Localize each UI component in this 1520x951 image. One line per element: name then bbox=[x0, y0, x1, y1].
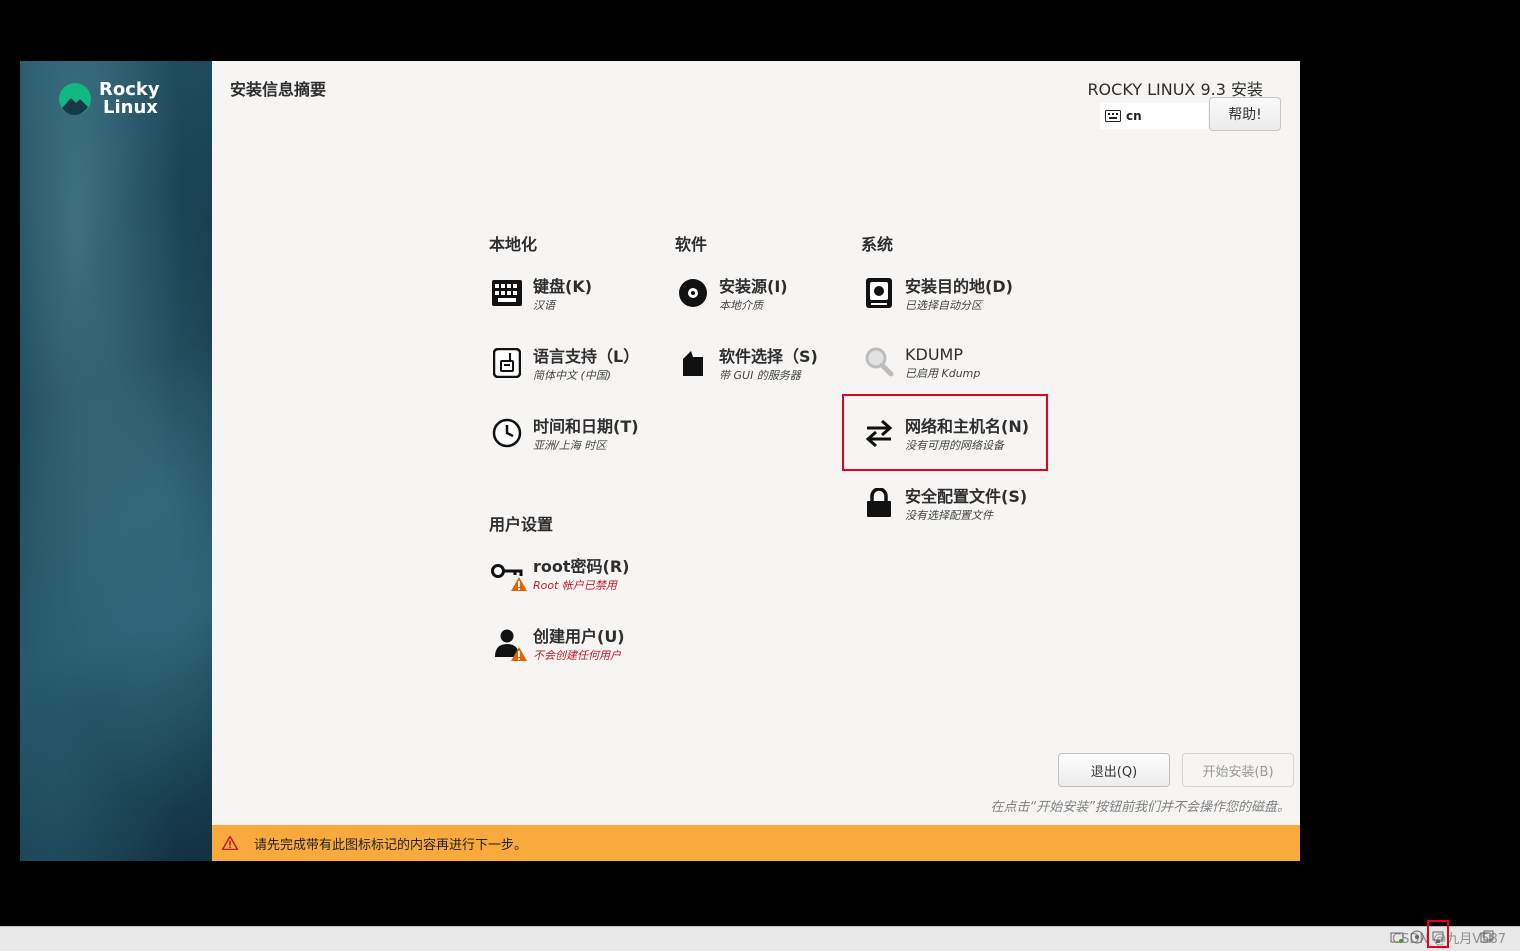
disc-icon bbox=[677, 277, 709, 309]
begin-installation-button[interactable]: 开始安装(B) bbox=[1182, 753, 1294, 787]
spoke-kdump-status: 已启用 Kdump bbox=[905, 367, 981, 380]
warning-icon bbox=[511, 647, 527, 661]
host-taskbar: CSDN @九月V587 bbox=[0, 926, 1520, 951]
spoke-kdump[interactable]: KDUMP 已启用 Kdump bbox=[863, 345, 1063, 383]
spoke-user-name: 创建用户(U) bbox=[533, 627, 625, 646]
section-software: 软件 bbox=[675, 235, 708, 254]
spoke-datetime-name: 时间和日期(T) bbox=[533, 417, 639, 436]
spoke-keyboard[interactable]: 键盘(K) 汉语 bbox=[491, 277, 691, 315]
magnifier-icon bbox=[863, 345, 895, 377]
spoke-network-hostname[interactable]: 网络和主机名(N) 没有可用的网络设备 bbox=[863, 417, 1063, 455]
section-localization: 本地化 bbox=[489, 235, 538, 254]
spoke-root-password[interactable]: root密码(R) Root 帐户已禁用 bbox=[491, 557, 691, 595]
tray-highlight-box bbox=[1427, 920, 1449, 948]
tray-cd-icon[interactable] bbox=[1410, 930, 1424, 944]
spoke-installation-destination[interactable]: 安装目的地(D) 已选择自动分区 bbox=[863, 277, 1063, 315]
spoke-installation-source[interactable]: 安装源(I) 本地介质 bbox=[677, 277, 877, 315]
spoke-destination-status: 已选择自动分区 bbox=[905, 299, 982, 312]
spoke-root-status: Root 帐户已禁用 bbox=[533, 579, 617, 592]
help-button[interactable]: 帮助! bbox=[1209, 97, 1281, 131]
sidebar: Rocky Linux bbox=[20, 61, 212, 861]
key-icon bbox=[491, 557, 527, 591]
spoke-network-status: 没有可用的网络设备 bbox=[905, 439, 1004, 452]
spoke-keyboard-status: 汉语 bbox=[533, 299, 555, 312]
keyboard-icon bbox=[1105, 110, 1121, 122]
spoke-language-status: 简体中文 (中国) bbox=[533, 369, 612, 382]
keyboard-layout-label: cn bbox=[1126, 109, 1142, 123]
spoke-create-user[interactable]: 创建用户(U) 不会创建任何用户 bbox=[491, 627, 691, 665]
spoke-datetime-status: 亚洲/上海 时区 bbox=[533, 439, 607, 452]
warning-bar: 请先完成带有此图标标记的内容再进行下一步。 bbox=[212, 825, 1300, 861]
spoke-language-name: 语言支持（L） bbox=[533, 347, 640, 366]
logo-line-2: Linux bbox=[103, 97, 158, 118]
section-system: 系统 bbox=[861, 235, 894, 254]
harddisk-icon bbox=[863, 277, 895, 309]
spoke-security-status: 没有选择配置文件 bbox=[905, 509, 993, 522]
spoke-source-status: 本地介质 bbox=[719, 299, 763, 312]
rocky-logo-icon bbox=[59, 83, 91, 115]
page-title: 安装信息摘要 bbox=[230, 80, 327, 99]
spoke-software-selection[interactable]: 软件选择（S) 带 GUI 的服务器 bbox=[677, 347, 877, 385]
network-arrows-icon bbox=[863, 417, 895, 449]
warning-message: 请先完成带有此图标标记的内容再进行下一步。 bbox=[254, 837, 528, 853]
clock-icon bbox=[491, 417, 523, 449]
quit-button[interactable]: 退出(Q) bbox=[1058, 753, 1170, 787]
spoke-software-status: 带 GUI 的服务器 bbox=[719, 369, 801, 382]
rocky-logo: Rocky Linux bbox=[58, 81, 160, 117]
main-panel: 安装信息摘要 ROCKY LINUX 9.3 安装 cn 帮助! 本地化 软件 … bbox=[212, 61, 1300, 861]
lock-icon bbox=[863, 487, 895, 519]
language-icon bbox=[491, 347, 523, 379]
spoke-security-name: 安全配置文件(S) bbox=[905, 487, 1028, 506]
warning-icon bbox=[511, 577, 527, 591]
tray-disk-icon[interactable] bbox=[1390, 930, 1404, 944]
spoke-destination-name: 安装目的地(D) bbox=[905, 277, 1013, 296]
spoke-network-name: 网络和主机名(N) bbox=[905, 417, 1030, 436]
spoke-user-status: 不会创建任何用户 bbox=[533, 649, 621, 662]
package-icon bbox=[677, 347, 709, 379]
spoke-language[interactable]: 语言支持（L） 简体中文 (中国) bbox=[491, 347, 691, 385]
warning-icon bbox=[222, 836, 238, 850]
spoke-datetime[interactable]: 时间和日期(T) 亚洲/上海 时区 bbox=[491, 417, 691, 455]
keyboard-layout-indicator[interactable]: cn bbox=[1100, 103, 1208, 129]
spoke-keyboard-name: 键盘(K) bbox=[533, 277, 593, 296]
spoke-security-profile[interactable]: 安全配置文件(S) 没有选择配置文件 bbox=[863, 487, 1063, 525]
keyboard-icon bbox=[491, 277, 523, 309]
user-icon bbox=[491, 627, 527, 661]
spoke-source-name: 安装源(I) bbox=[719, 277, 788, 296]
tray-window-icon[interactable] bbox=[1480, 930, 1494, 944]
section-user-settings: 用户设置 bbox=[489, 515, 554, 534]
spoke-root-name: root密码(R) bbox=[533, 557, 630, 576]
disk-hint-text: 在点击“开始安装”按钮前我们并不会操作您的磁盘。 bbox=[990, 800, 1290, 815]
spoke-kdump-name: KDUMP bbox=[905, 345, 963, 364]
spoke-software-name: 软件选择（S) bbox=[719, 347, 818, 366]
